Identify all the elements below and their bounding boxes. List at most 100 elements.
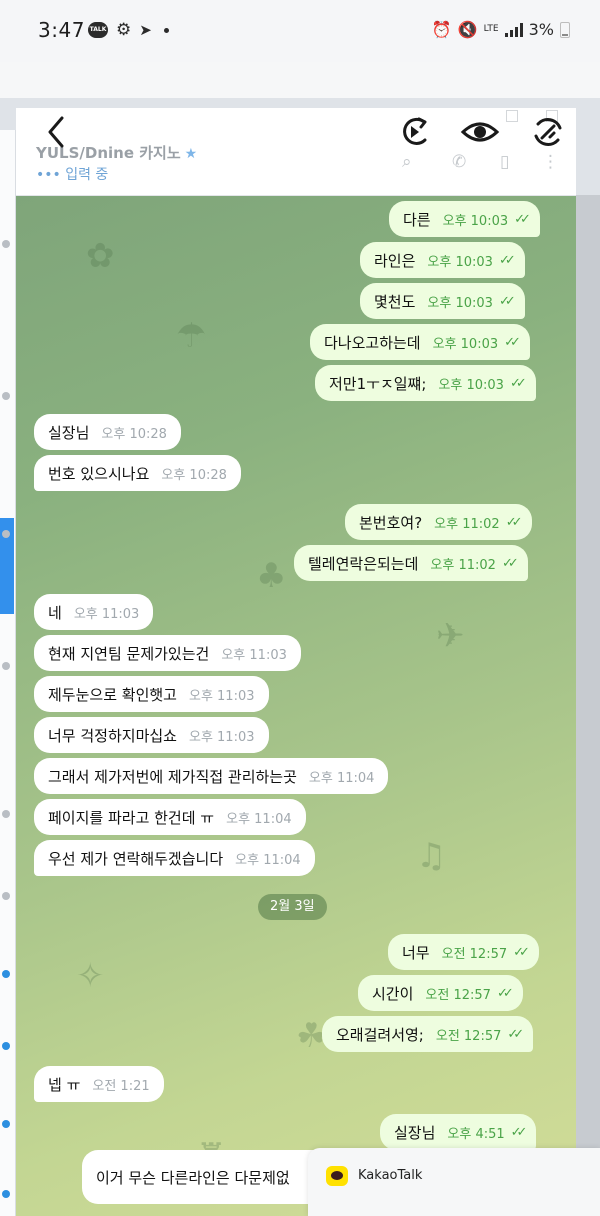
message-text: 다나오고하는데 [324, 333, 421, 352]
message-outgoing[interactable]: 오래걸려서영; 오전 12:57 ✓✓ [322, 1016, 534, 1052]
screen: 3:47 TALK ⚙ ➤ ⏰ 🔇 LTE 3% YULS/Dnine 카지노 … [0, 0, 600, 1216]
read-checks-icon: ✓✓ [507, 1026, 524, 1042]
chat-avatar[interactable] [2, 530, 10, 538]
maximize-icon[interactable] [506, 110, 518, 122]
read-checks-icon: ✓✓ [509, 375, 527, 391]
message-time: 오후 10:28 [101, 426, 167, 442]
message-outgoing[interactable]: 텔레연락은되는데 오후 11:02 ✓✓ [294, 545, 528, 581]
chat-avatar[interactable] [2, 240, 10, 248]
notification-icons: TALK ⚙ ➤ [88, 21, 169, 39]
message-incoming[interactable]: 그래서 제가저번에 제가직접 관리하는곳 오후 11:04 [34, 758, 389, 794]
message-text: 우선 제가 연락해두겠습니다 [48, 849, 224, 868]
doodle-pattern: ☂ [176, 316, 207, 356]
chat-avatar[interactable] [2, 810, 10, 818]
message-text: 텔레연락은되는데 [308, 554, 419, 573]
message-time: 오후 10:03 [427, 254, 493, 270]
message-outgoing[interactable]: 몇천도 오후 10:03 ✓✓ [360, 283, 525, 319]
message-outgoing[interactable]: 저만1ㅜㅈ일쨰; 오후 10:03 ✓✓ [315, 365, 536, 401]
message-outgoing[interactable]: 너무 오전 12:57 ✓✓ [388, 934, 539, 970]
doodle-pattern: ♣ [256, 556, 287, 596]
message-outgoing[interactable]: 라인은 오후 10:03 ✓✓ [360, 242, 525, 278]
message-outgoing[interactable]: 다나오고하는데 오후 10:03 ✓✓ [310, 324, 530, 360]
sidebar-toggle-icon[interactable]: ▯ [500, 152, 509, 172]
message-incoming[interactable]: 제두눈으로 확인햇고 오후 11:03 [34, 676, 269, 712]
message-incoming[interactable]: 우선 제가 연락해두겠습니다 오후 11:04 [34, 840, 315, 876]
message-time: 오후 11:02 [430, 557, 496, 573]
app-toolbar-area [0, 62, 600, 98]
unread-badge [2, 1120, 10, 1128]
doodle-pattern: ✿ [86, 236, 115, 276]
message-time: 오전 1:21 [92, 1078, 150, 1094]
eye-icon[interactable] [460, 110, 500, 154]
message-time: 오후 11:02 [434, 516, 500, 532]
read-checks-icon: ✓✓ [501, 555, 519, 571]
message-time: 오후 10:03 [442, 213, 509, 229]
message-text: 넵 ㅠ [48, 1075, 81, 1094]
battery-percent: 3% [528, 20, 554, 39]
read-checks-icon: ✓✓ [513, 944, 530, 960]
message-text: 저만1ㅜㅈ일쨰; [329, 374, 427, 393]
message-time: 오후 10:28 [161, 467, 227, 483]
message-text: 너무 [402, 943, 430, 962]
window-right-edge [576, 195, 600, 1216]
message-time: 오후 11:04 [226, 811, 292, 827]
message-incoming[interactable]: 페이지를 파라고 한건데 ㅠ 오후 11:04 [34, 799, 306, 835]
message-time: 오후 10:03 [438, 377, 504, 393]
message-incoming[interactable]: 네 오후 11:03 [34, 594, 154, 630]
message-text: 라인은 [374, 251, 416, 270]
message-incoming[interactable]: 번호 있으시나요 오후 10:28 [34, 455, 241, 491]
read-checks-icon: ✓✓ [498, 252, 516, 268]
message-outgoing[interactable]: 실장님 오후 4:51 ✓✓ [380, 1114, 537, 1150]
message-text: 페이지를 파라고 한건데 ㅠ [48, 808, 215, 827]
telegram-icon: ➤ [139, 21, 152, 39]
message-incoming[interactable]: 현재 지연팀 문제가있는건 오후 11:03 [34, 635, 301, 671]
search-icon[interactable]: ⌕ [402, 152, 412, 172]
message-time: 오후 10:03 [432, 336, 499, 352]
message-time: 오전 12:57 [435, 1028, 502, 1044]
chat-avatar[interactable] [2, 892, 10, 900]
message-incoming[interactable]: 너무 걱정하지마십쇼 오후 11:03 [34, 717, 269, 753]
chat-avatar[interactable] [2, 392, 10, 400]
read-checks-icon: ✓✓ [505, 514, 523, 530]
message-text: 너무 걱정하지마십쇼 [48, 726, 177, 745]
message-time: 오후 11:03 [188, 688, 255, 704]
message-incoming[interactable]: 넵 ㅠ 오전 1:21 [34, 1066, 164, 1102]
read-checks-icon: ✓✓ [504, 334, 521, 350]
message-outgoing[interactable]: 다른 오후 10:03 ✓✓ [389, 201, 540, 237]
message-text: 실장님 [394, 1123, 436, 1142]
message-text: 그래서 제가저번에 제가직접 관리하는곳 [48, 767, 297, 786]
star-icon: ★ [184, 146, 198, 162]
kakaotalk-notification[interactable]: KakaoTalk [308, 1148, 600, 1216]
more-notifications-icon [163, 27, 169, 33]
kakaotalk-icon: TALK [88, 22, 108, 38]
message-text: 실장님 [48, 423, 90, 442]
remaster-icon[interactable] [528, 110, 568, 154]
kakaotalk-icon [326, 1166, 348, 1186]
message-text: 시간이 [372, 984, 414, 1003]
status-bar: 3:47 TALK ⚙ ➤ ⏰ 🔇 LTE 3% [0, 0, 600, 62]
alarm-icon: ⏰ [431, 20, 452, 39]
message-text: 이거 무슨 다른라인은 다문제없 [96, 1168, 290, 1187]
lte-icon: LTE [483, 24, 499, 34]
message-outgoing[interactable]: 본번호여? 오후 11:02 ✓✓ [345, 504, 532, 540]
message-text: 제두눈으로 확인햇고 [48, 685, 177, 704]
message-text: 몇천도 [374, 292, 416, 311]
doodle-pattern: ✈ [436, 616, 465, 656]
rotate-play-icon[interactable] [394, 110, 434, 154]
phone-icon[interactable]: ✆ [452, 152, 466, 172]
chat-avatar[interactable] [2, 662, 10, 670]
more-options-icon[interactable]: ⋮ [542, 152, 559, 172]
message-incoming[interactable]: 이거 무슨 다른라인은 다문제없 [82, 1150, 330, 1204]
message-time: 오후 11:03 [73, 606, 140, 622]
message-outgoing[interactable]: 시간이 오전 12:57 ✓✓ [358, 975, 523, 1011]
message-incoming[interactable]: 실장님 오후 10:28 [34, 414, 181, 450]
system-icons: ⏰ 🔇 LTE 3% [432, 20, 570, 39]
message-text: 본번호여? [359, 513, 423, 532]
typing-indicator: ••• 입력 중 [36, 167, 109, 183]
message-text: 다른 [403, 210, 431, 229]
unread-badge [2, 970, 10, 978]
read-checks-icon: ✓✓ [514, 211, 531, 227]
message-time: 오후 11:03 [221, 647, 287, 663]
back-icon[interactable] [40, 110, 80, 154]
read-checks-icon: ✓✓ [496, 985, 514, 1001]
